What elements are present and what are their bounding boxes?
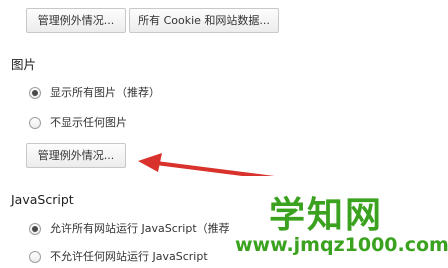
javascript-section-title: JavaScript [11,192,74,207]
watermark-url: www.jmqz1000.com [235,234,448,256]
images-section-title: 图片 [11,57,37,72]
radio-unchecked-icon[interactable] [29,117,41,129]
radio-checked-icon[interactable] [29,223,41,235]
manage-exceptions-button-top[interactable]: 管理例外情况... [26,8,126,33]
watermark-title: 学知网 [269,195,384,236]
watermark: 学知网 www.jmqz1000.com [229,176,448,268]
allow-javascript-label: 允许所有网站运行 JavaScript（推荐 [50,222,230,235]
images-manage-exceptions-button[interactable]: 管理例外情况... [26,143,126,168]
block-javascript-label: 不允许任何网站运行 JavaScript [50,250,208,263]
show-no-images-label: 不显示任何图片 [50,116,127,129]
show-all-images-label: 显示所有图片（推荐） [50,86,160,99]
radio-unchecked-icon[interactable] [29,251,41,263]
all-cookies-button[interactable]: 所有 Cookie 和网站数据... [129,8,279,33]
radio-checked-icon[interactable] [29,87,41,99]
